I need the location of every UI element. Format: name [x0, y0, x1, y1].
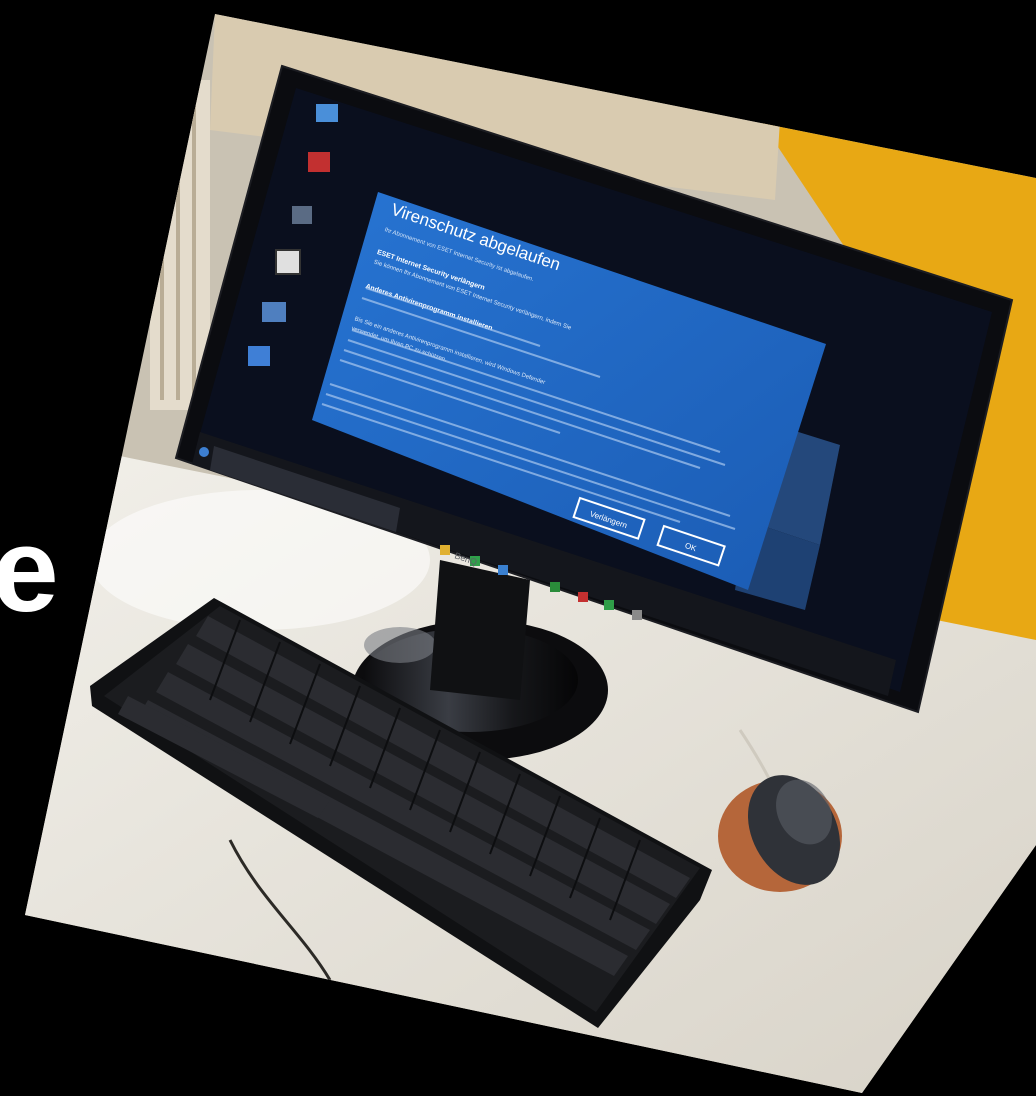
photo-frame: e Virenschutz abgelaufen Ihr Abonnement …: [0, 0, 1036, 1096]
photo-content: Virenschutz abgelaufen Ihr Abonnement vo…: [25, 14, 1036, 1093]
desk-photo: Virenschutz abgelaufen Ihr Abonnement vo…: [25, 14, 1036, 1093]
app-icon[interactable]: [292, 206, 312, 224]
recycle-bin-icon[interactable]: [316, 104, 338, 122]
qr-icon[interactable]: [275, 249, 301, 275]
app-icon[interactable]: [248, 346, 270, 366]
start-icon[interactable]: [199, 447, 209, 457]
app-icon[interactable]: [262, 302, 286, 322]
radiator: [150, 80, 210, 410]
app-icon[interactable]: [308, 152, 330, 172]
